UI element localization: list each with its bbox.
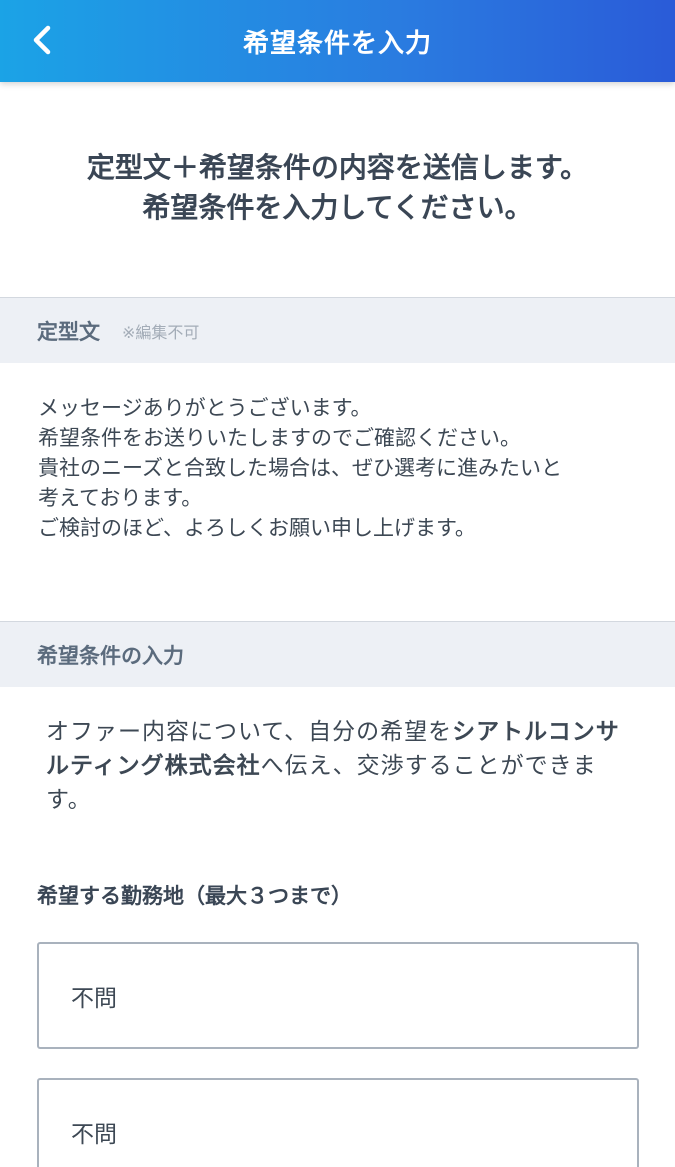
template-line: ご検討のほど、よろしくお願い申し上げます。 bbox=[38, 516, 476, 540]
template-line: 貴社のニーズと合致した場合は、ぜひ選考に進みたいと bbox=[38, 456, 562, 480]
template-line: 考えております。 bbox=[38, 486, 203, 510]
template-line: メッセージありがとうございます。 bbox=[38, 396, 372, 420]
template-section-title: 定型文 bbox=[37, 319, 100, 344]
intro-line-2: 希望条件を入力してください。 bbox=[142, 191, 533, 224]
page-title: 希望条件を入力 bbox=[242, 28, 432, 59]
location-field-label: 希望する勤務地（最大３つまで） bbox=[37, 884, 352, 908]
conditions-section-title: 希望条件の入力 bbox=[37, 643, 184, 668]
offer-description-pre: オファー内容について、自分の希望を bbox=[46, 719, 453, 745]
offer-description: オファー内容について、自分の希望をシアトルコンサルティング株式会社へ伝え、交渉す… bbox=[46, 715, 636, 817]
intro-line-1: 定型文＋希望条件の内容を送信します。 bbox=[86, 151, 589, 184]
chevron-left-icon bbox=[33, 25, 51, 55]
not-editable-note: ※編集不可 bbox=[122, 322, 200, 342]
conditions-section-header: 希望条件の入力 bbox=[0, 621, 675, 687]
template-message: メッセージありがとうございます。 希望条件をお送りいたしますのでご確認ください。… bbox=[38, 393, 648, 543]
location-select-value: 不問 bbox=[71, 1121, 117, 1148]
app-header: 希望条件を入力 bbox=[0, 0, 675, 82]
template-line: 希望条件をお送りいたしますのでご確認ください。 bbox=[38, 426, 521, 450]
template-section-header: 定型文 ※編集不可 bbox=[0, 297, 675, 363]
location-select-2[interactable]: 不問 bbox=[37, 1078, 639, 1167]
intro-message: 定型文＋希望条件の内容を送信します。 希望条件を入力してください。 bbox=[0, 148, 675, 228]
location-select-value: 不問 bbox=[71, 985, 117, 1012]
location-select-1[interactable]: 不問 bbox=[37, 942, 639, 1049]
back-button[interactable] bbox=[22, 20, 62, 60]
